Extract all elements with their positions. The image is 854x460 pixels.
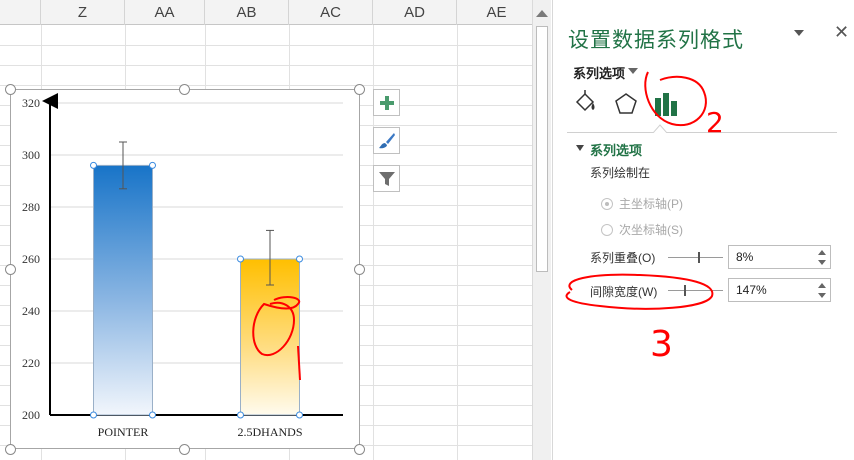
resize-handle-bottom-left[interactable] [5, 444, 16, 455]
tab-divider [567, 132, 837, 133]
gap-width-spinner[interactable]: 147% [728, 278, 831, 302]
primary-axis-option[interactable]: 主坐标轴(P) [601, 195, 683, 212]
close-icon[interactable]: ✕ [834, 22, 849, 43]
chart-bars [90, 141, 303, 419]
x-axis-labels: POINTER 2.5DHANDS [98, 425, 303, 439]
column-header-ad[interactable]: AD [373, 0, 457, 25]
grid-row-line [0, 85, 532, 86]
primary-axis-label: 主坐标轴(P) [619, 197, 683, 211]
chart-styles-button[interactable] [373, 127, 400, 154]
bar-chart[interactable]: 200 220 240 260 280 300 320 POINTER 2.5DHANDS [10, 89, 360, 449]
spin-down-icon[interactable] [818, 260, 826, 265]
chart-elements-button[interactable] [373, 89, 400, 116]
bar-selection-handle [237, 255, 244, 263]
plus-icon [379, 95, 394, 110]
column-header-row: Z AA AB AC AD AE [0, 0, 532, 25]
secondary-axis-label: 次坐标轴(S) [619, 223, 683, 237]
column-header-aa[interactable]: AA [125, 0, 205, 25]
chart-filters-button[interactable] [373, 165, 400, 192]
y-tick-label: 300 [22, 148, 40, 162]
resize-handle-top-left[interactable] [5, 84, 16, 95]
scroll-up-arrow-icon[interactable] [536, 10, 548, 17]
y-tick-label: 220 [22, 356, 40, 370]
brush-icon [378, 132, 395, 148]
format-data-series-pane: 设置数据系列格式 ✕ 系列选项 系列选项 系列绘制在 主坐标轴(P) 次坐标轴(… [552, 0, 854, 460]
fill-line-tab-icon[interactable] [571, 90, 599, 118]
pane-title: 设置数据系列格式 [568, 29, 744, 52]
column-header-ab[interactable]: AB [205, 0, 289, 25]
y-tick-label: 320 [22, 96, 40, 110]
gap-width-slider[interactable] [668, 290, 723, 291]
series-options-tab-icon[interactable] [652, 90, 680, 118]
excel-window: Z AA AB AC AD AE 200 220 240 260 280 300… [0, 0, 854, 460]
effects-tab-icon[interactable] [612, 90, 640, 118]
grid-row-line [0, 65, 532, 66]
secondary-axis-option[interactable]: 次坐标轴(S) [601, 221, 683, 238]
x-tick-label: POINTER [98, 425, 149, 439]
resize-handle-top[interactable] [179, 84, 190, 95]
bar-selection-handle [149, 411, 156, 419]
resize-handle-left[interactable] [5, 264, 16, 275]
column-header-z[interactable]: Z [41, 0, 125, 25]
secondary-axis-radio[interactable] [601, 223, 613, 236]
column-header-ac[interactable]: AC [289, 0, 373, 25]
spin-down-icon[interactable] [818, 293, 826, 298]
primary-axis-radio[interactable] [601, 197, 613, 210]
y-tick-label: 260 [22, 252, 40, 266]
series-overlap-label: 系列重叠(O) [590, 251, 656, 265]
funnel-icon [378, 171, 395, 186]
x-tick-label: 2.5DHANDS [237, 425, 302, 439]
bar-selection-handle [149, 161, 156, 169]
bar-0 [93, 164, 153, 416]
gap-width-value[interactable]: 147% [736, 283, 767, 297]
scrollbar-thumb[interactable] [536, 26, 548, 272]
y-tick-label: 280 [22, 200, 40, 214]
resize-handle-right[interactable] [354, 264, 365, 275]
gap-width-slider-thumb[interactable] [683, 285, 686, 296]
series-overlap-slider-thumb[interactable] [697, 252, 700, 263]
series-options-menu[interactable]: 系列选项 [573, 63, 625, 82]
resize-handle-top-right[interactable] [354, 84, 365, 95]
series-overlap-slider[interactable] [668, 257, 723, 258]
chevron-down-icon[interactable] [628, 68, 638, 74]
active-tab-pointer [653, 124, 667, 133]
pane-options-dropdown-icon[interactable] [794, 30, 804, 36]
column-header-ae[interactable]: AE [457, 0, 532, 25]
collapse-caret-icon[interactable] [576, 145, 584, 151]
resize-handle-bottom-right[interactable] [354, 444, 365, 455]
vertical-scrollbar[interactable] [532, 0, 551, 460]
bar-selection-handle [296, 255, 303, 263]
bar-selection-handle [90, 161, 97, 169]
series-options-section-header[interactable]: 系列选项 [590, 140, 642, 159]
bar-selection-handle [296, 411, 303, 419]
grid-row-line [0, 45, 532, 46]
bar-selection-handle [237, 411, 244, 419]
column-header-partial[interactable] [0, 0, 41, 25]
y-tick-label: 240 [22, 304, 40, 318]
spin-up-icon[interactable] [818, 283, 826, 288]
gap-width-label: 间隙宽度(W) [590, 285, 658, 299]
plot-series-on-label: 系列绘制在 [590, 166, 651, 180]
bar-selection-handle [90, 411, 97, 419]
y-tick-label: 200 [22, 408, 40, 422]
resize-handle-bottom[interactable] [179, 444, 190, 455]
spin-up-icon[interactable] [818, 250, 826, 255]
grid-column-line [457, 25, 458, 460]
series-overlap-spinner[interactable]: 8% [728, 245, 831, 269]
series-overlap-value[interactable]: 8% [736, 250, 753, 264]
